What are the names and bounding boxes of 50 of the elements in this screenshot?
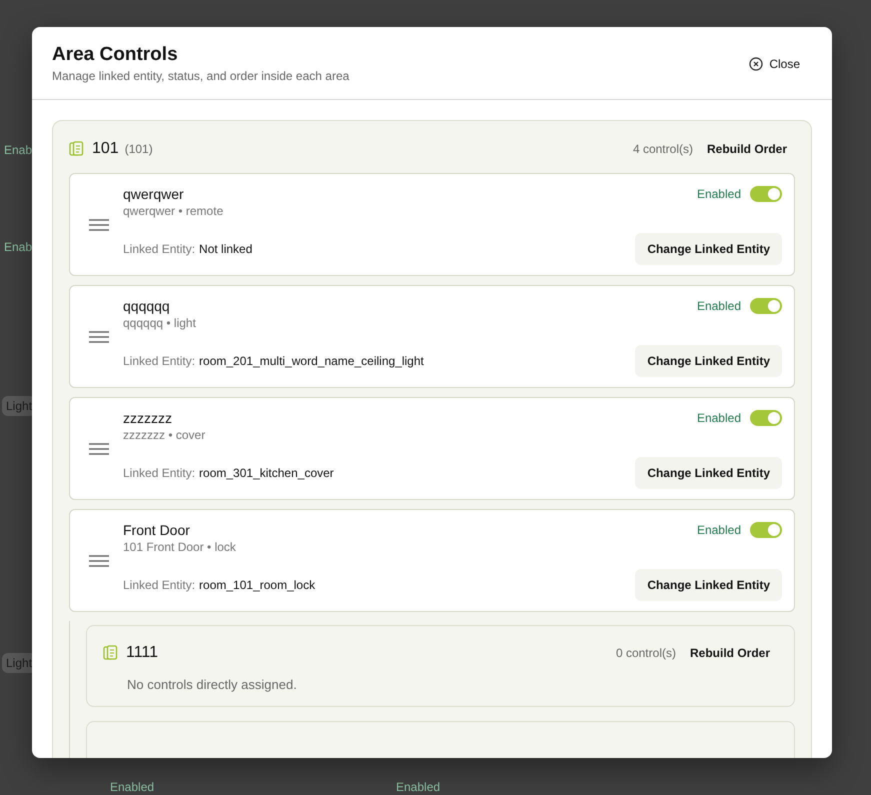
control-meta: zzzzzzz • cover xyxy=(123,428,206,442)
dialog-title: Area Controls xyxy=(52,44,179,66)
area-icon xyxy=(103,645,118,661)
control-count: 0 control(s) xyxy=(616,646,676,660)
control-name: zzzzzzz xyxy=(123,410,173,426)
rebuild-order-button[interactable]: Rebuild Order xyxy=(682,640,778,666)
control-name: qwerqwer xyxy=(123,186,185,202)
control-count: 4 control(s) xyxy=(632,142,693,156)
change-linked-entity-button[interactable]: Change Linked Entity xyxy=(635,345,782,377)
enabled-toggle[interactable] xyxy=(750,186,782,202)
linked-entity-label: Linked Entity: xyxy=(123,578,196,592)
change-linked-entity-button[interactable]: Change Linked Entity xyxy=(635,233,782,265)
empty-message: No controls directly assigned. xyxy=(127,677,298,692)
enabled-toggle[interactable] xyxy=(750,522,782,538)
drag-handle-icon[interactable] xyxy=(89,554,109,566)
control-name: qqqqqq xyxy=(123,298,171,314)
status-text: Enab xyxy=(4,143,32,157)
status-text: Enabled xyxy=(110,780,154,794)
linked-entity-label: Linked Entity: xyxy=(123,354,196,368)
drag-handle-icon[interactable] xyxy=(89,442,109,454)
status-text: Enabled xyxy=(696,299,741,313)
area-icon xyxy=(69,141,84,157)
control-meta: qwerqwer • remote xyxy=(123,204,224,218)
status-text: Enabled xyxy=(696,411,741,425)
linked-entity-value: room_301_kitchen_cover xyxy=(199,466,334,480)
close-icon xyxy=(749,56,764,70)
linked-entity-value: Not linked xyxy=(199,242,252,256)
linked-entity-label: Linked Entity: xyxy=(123,466,196,480)
control-meta: qqqqqq • light xyxy=(123,316,196,330)
dialog-subtitle: Manage linked entity, status, and order inside each area xyxy=(52,69,350,83)
drag-handle-icon[interactable] xyxy=(89,330,109,342)
area-name: 101 xyxy=(92,140,119,158)
status-text: Enabled xyxy=(696,523,741,537)
status-text: Enabled xyxy=(396,780,440,794)
close-button[interactable]: Close xyxy=(737,50,812,76)
area-code: (101) xyxy=(124,142,153,156)
rebuild-order-button[interactable]: Rebuild Order xyxy=(698,136,795,162)
control-name: Front Door xyxy=(123,522,191,538)
status-text: Enab xyxy=(4,240,32,254)
enabled-toggle[interactable] xyxy=(750,298,782,314)
linked-entity-value: room_101_room_lock xyxy=(199,578,316,592)
change-linked-entity-button[interactable]: Change Linked Entity xyxy=(635,569,782,601)
area-name: 1111 xyxy=(126,644,158,662)
enabled-toggle[interactable] xyxy=(750,410,782,426)
drag-handle-icon[interactable] xyxy=(89,218,109,230)
change-linked-entity-button[interactable]: Change Linked Entity xyxy=(635,457,782,489)
status-text: Enabled xyxy=(696,187,741,201)
control-meta: 101 Front Door • lock xyxy=(123,540,236,554)
linked-entity-label: Linked Entity: xyxy=(123,242,196,256)
linked-entity-value: room_201_multi_word_name_ceiling_light xyxy=(199,354,424,368)
